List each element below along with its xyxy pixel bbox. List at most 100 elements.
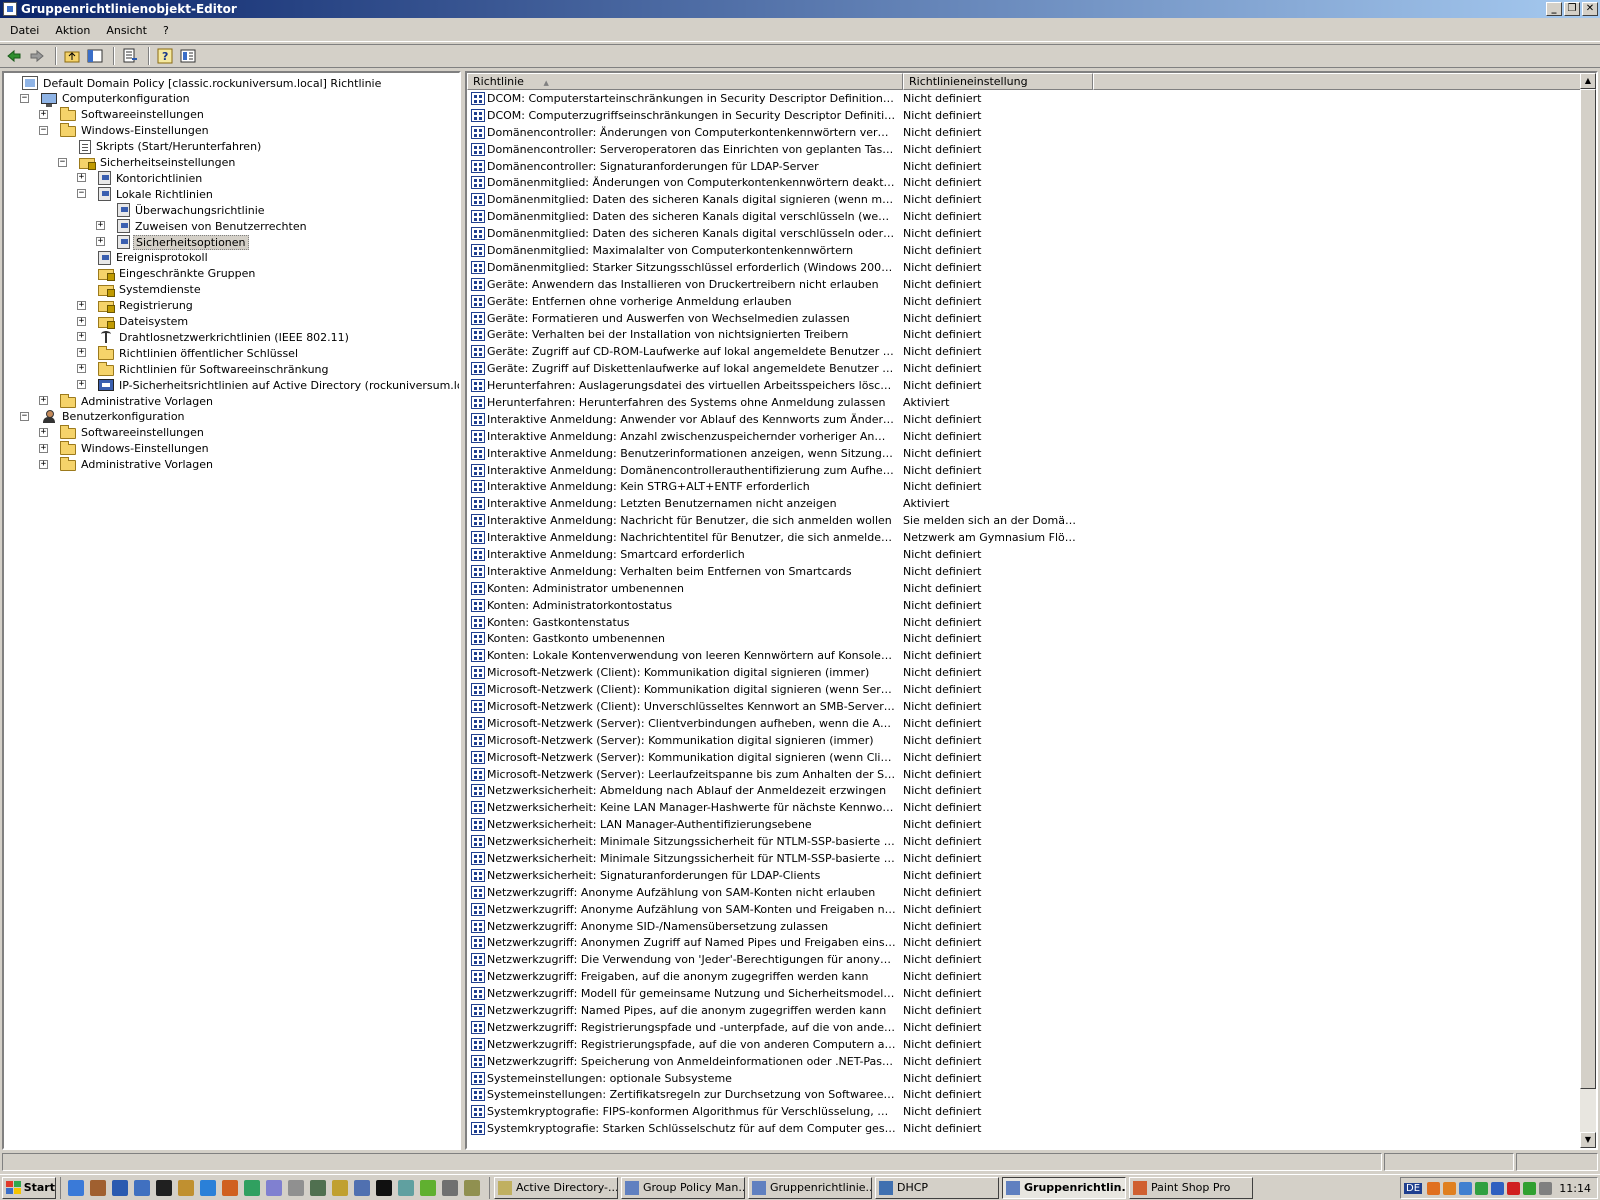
policy-row[interactable]: Konten: Administrator umbenennen Nicht de…: [467, 580, 1580, 597]
policy-row[interactable]: Systemeinstellungen: Zertifikatsregeln z…: [467, 1087, 1580, 1104]
policy-row[interactable]: Herunterfahren: Herunterfahren des Syste…: [467, 394, 1580, 411]
language-indicator[interactable]: DE: [1404, 1182, 1423, 1194]
policy-row[interactable]: Interaktive Anmeldung: Benutzerinformati…: [467, 445, 1580, 462]
policy-row[interactable]: Geräte: Formatieren und Auswerfen von We…: [467, 310, 1580, 327]
taskbar-button[interactable]: DHCP: [875, 1176, 999, 1199]
ie-icon[interactable]: [200, 1179, 216, 1196]
expand-icon[interactable]: +: [39, 443, 48, 453]
forward-button[interactable]: [27, 46, 47, 66]
tree-node[interactable]: Default Domain Policy [classic.rockunive…: [22, 75, 383, 91]
policy-row[interactable]: Interaktive Anmeldung: Letzten Benutzern…: [467, 495, 1580, 512]
expand-icon[interactable]: +: [96, 221, 105, 231]
expand-icon[interactable]: +: [39, 459, 48, 469]
policy-row[interactable]: Netzwerkzugriff: Speicherung von Anmelde…: [467, 1053, 1580, 1070]
menu-ansicht[interactable]: Ansicht: [100, 22, 153, 39]
expand-icon[interactable]: +: [39, 396, 48, 405]
taskbar-button[interactable]: Gruppenrichtlin...: [1002, 1176, 1126, 1199]
mail-icon[interactable]: [332, 1179, 348, 1196]
tree-node[interactable]: + Kontorichtlinien: [77, 170, 204, 186]
details-pane[interactable]: Richtlinie ▲ Richtlinieneinstellung DCOM…: [465, 71, 1598, 1150]
menu-datei[interactable]: Datei: [4, 22, 45, 39]
policy-row[interactable]: Konten: Gastkonto umbenennen Nicht defini…: [467, 631, 1580, 648]
policy-row[interactable]: Microsoft-Netzwerk (Client): Kommunikati…: [467, 664, 1580, 681]
policy-row[interactable]: Netzwerkzugriff: Modell für gemeinsame N…: [467, 985, 1580, 1002]
pen-icon[interactable]: [222, 1179, 238, 1196]
collapse-icon[interactable]: −: [58, 157, 67, 167]
column-header-richtlinieneinstellung[interactable]: Richtlinieneinstellung: [903, 73, 1093, 90]
policy-row[interactable]: Netzwerksicherheit: Keine LAN Manager-Ha…: [467, 799, 1580, 816]
taskbar-button[interactable]: Paint Shop Pro: [1129, 1176, 1253, 1199]
vertical-scrollbar[interactable]: ▲ ▼: [1580, 73, 1596, 1148]
policy-row[interactable]: Geräte: Zugriff auf Diskettenlaufwerke a…: [467, 360, 1580, 377]
taskbar-button[interactable]: Group Policy Man...: [621, 1176, 745, 1199]
drive-icon[interactable]: [354, 1179, 370, 1196]
tree-node[interactable]: − Sicherheitseinstellungen: [58, 155, 237, 171]
policy-row[interactable]: Interaktive Anmeldung: Domänencontroller…: [467, 462, 1580, 479]
policy-row[interactable]: Domänenmitglied: Daten des sicheren Kana…: [467, 208, 1580, 225]
policy-row[interactable]: Konten: Administratorkontostatus Nicht de…: [467, 597, 1580, 614]
policy-row[interactable]: Konten: Gastkontenstatus Nicht definiert: [467, 614, 1580, 631]
tree-node[interactable]: − Computerkonfiguration: [20, 91, 192, 108]
policy-row[interactable]: Geräte: Anwendern das Installieren von D…: [467, 276, 1580, 293]
restore-button[interactable]: ❐: [1564, 2, 1580, 16]
tray-icon-1[interactable]: [1427, 1181, 1441, 1195]
policy-row[interactable]: Domänencontroller: Änderungen von Comput…: [467, 124, 1580, 141]
tree-node[interactable]: + Richtlinien öffentlicher Schlüssel: [77, 345, 300, 361]
policy-row[interactable]: Interaktive Anmeldung: Nachrichtentitel …: [467, 529, 1580, 546]
collapse-icon[interactable]: −: [20, 93, 29, 103]
tree-pane[interactable]: Default Domain Policy [classic.rockunive…: [2, 71, 461, 1150]
edit-icon[interactable]: [398, 1179, 414, 1196]
policy-row[interactable]: Netzwerkzugriff: Anonyme Aufzählung von …: [467, 901, 1580, 918]
up-folder-button[interactable]: [62, 46, 82, 66]
tree-node[interactable]: + Zuweisen von Benutzerrechten: [96, 218, 309, 234]
back-button[interactable]: [4, 46, 24, 66]
policy-row[interactable]: DCOM: Computerstarteinschränkungen in Se…: [467, 90, 1580, 107]
tray-icon-2[interactable]: [1443, 1181, 1457, 1195]
tree-node[interactable]: Systemdienste: [98, 282, 203, 298]
tray-icon-7[interactable]: [1523, 1181, 1537, 1195]
policy-row[interactable]: Herunterfahren: Auslagerungsdatei des vi…: [467, 377, 1580, 394]
policy-row[interactable]: Interaktive Anmeldung: Anwender vor Abla…: [467, 411, 1580, 428]
properties-button[interactable]: [178, 46, 198, 66]
menu-aktion[interactable]: Aktion: [49, 22, 96, 39]
tree-node[interactable]: + Sicherheitsoptionen: [96, 234, 249, 250]
policy-row[interactable]: Netzwerkzugriff: Anonyme Aufzählung von …: [467, 884, 1580, 901]
policy-row[interactable]: Microsoft-Netzwerk (Server): Kommunikati…: [467, 749, 1580, 766]
policy-row[interactable]: Interaktive Anmeldung: Kein STRG+ALT+ENT…: [467, 478, 1580, 495]
cmd-icon[interactable]: [376, 1179, 392, 1196]
collapse-icon[interactable]: −: [39, 125, 48, 135]
policy-row[interactable]: Netzwerksicherheit: Signaturanforderunge…: [467, 867, 1580, 884]
app-icon[interactable]: [3, 2, 17, 16]
policy-row[interactable]: Domänencontroller: Signaturanforderungen…: [467, 158, 1580, 175]
policy-row[interactable]: Netzwerkzugriff: Die Verwendung von 'Jed…: [467, 951, 1580, 968]
taskbar-button[interactable]: Active Directory-...: [494, 1176, 618, 1199]
tray-icon-5[interactable]: [1491, 1181, 1505, 1195]
policy-row[interactable]: Systemeinstellungen: optionale Subsystem…: [467, 1070, 1580, 1087]
show-hide-tree-button[interactable]: [85, 46, 105, 66]
tree-node[interactable]: Ereignisprotokoll: [98, 250, 210, 266]
scroll-down-button[interactable]: ▼: [1580, 1132, 1596, 1148]
disk-icon[interactable]: [288, 1179, 304, 1196]
collapse-icon[interactable]: −: [77, 189, 86, 199]
policy-row[interactable]: Netzwerkzugriff: Anonymen Zugriff auf Na…: [467, 935, 1580, 952]
policy-row[interactable]: Netzwerksicherheit: Minimale Sitzungssic…: [467, 833, 1580, 850]
tree-node[interactable]: Eingeschränkte Gruppen: [98, 266, 257, 282]
column-header-richtlinie[interactable]: Richtlinie ▲: [467, 73, 903, 90]
policy-row[interactable]: Domänenmitglied: Starker Sitzungsschlüss…: [467, 259, 1580, 276]
policy-row[interactable]: Systemkryptografie: Starken Schlüsselsch…: [467, 1120, 1580, 1137]
policy-row[interactable]: Microsoft-Netzwerk (Client): Unverschlüs…: [467, 698, 1580, 715]
policy-row[interactable]: Microsoft-Netzwerk (Server): Clientverbi…: [467, 715, 1580, 732]
tree-node[interactable]: − Lokale Richtlinien: [77, 186, 215, 202]
browser-icon[interactable]: [68, 1179, 84, 1196]
tray-icon-6[interactable]: [1507, 1181, 1521, 1195]
tree-node[interactable]: + Administrative Vorlagen: [39, 457, 215, 473]
title-bar[interactable]: Gruppenrichtlinienobjekt-Editor _ ❐ ✕: [0, 0, 1600, 18]
printer-icon[interactable]: [442, 1179, 458, 1196]
policy-row[interactable]: Microsoft-Netzwerk (Server): Leerlaufzei…: [467, 766, 1580, 783]
policy-row[interactable]: DCOM: Computerzugriffseinschränkungen in…: [467, 107, 1580, 124]
policy-row[interactable]: Netzwerkzugriff: Registrierungspfade und…: [467, 1019, 1580, 1036]
policy-row[interactable]: Domänencontroller: Serveroperatoren das …: [467, 141, 1580, 158]
scroll-up-button[interactable]: ▲: [1580, 73, 1596, 89]
expand-icon[interactable]: +: [77, 364, 86, 374]
expand-icon[interactable]: +: [77, 380, 86, 390]
